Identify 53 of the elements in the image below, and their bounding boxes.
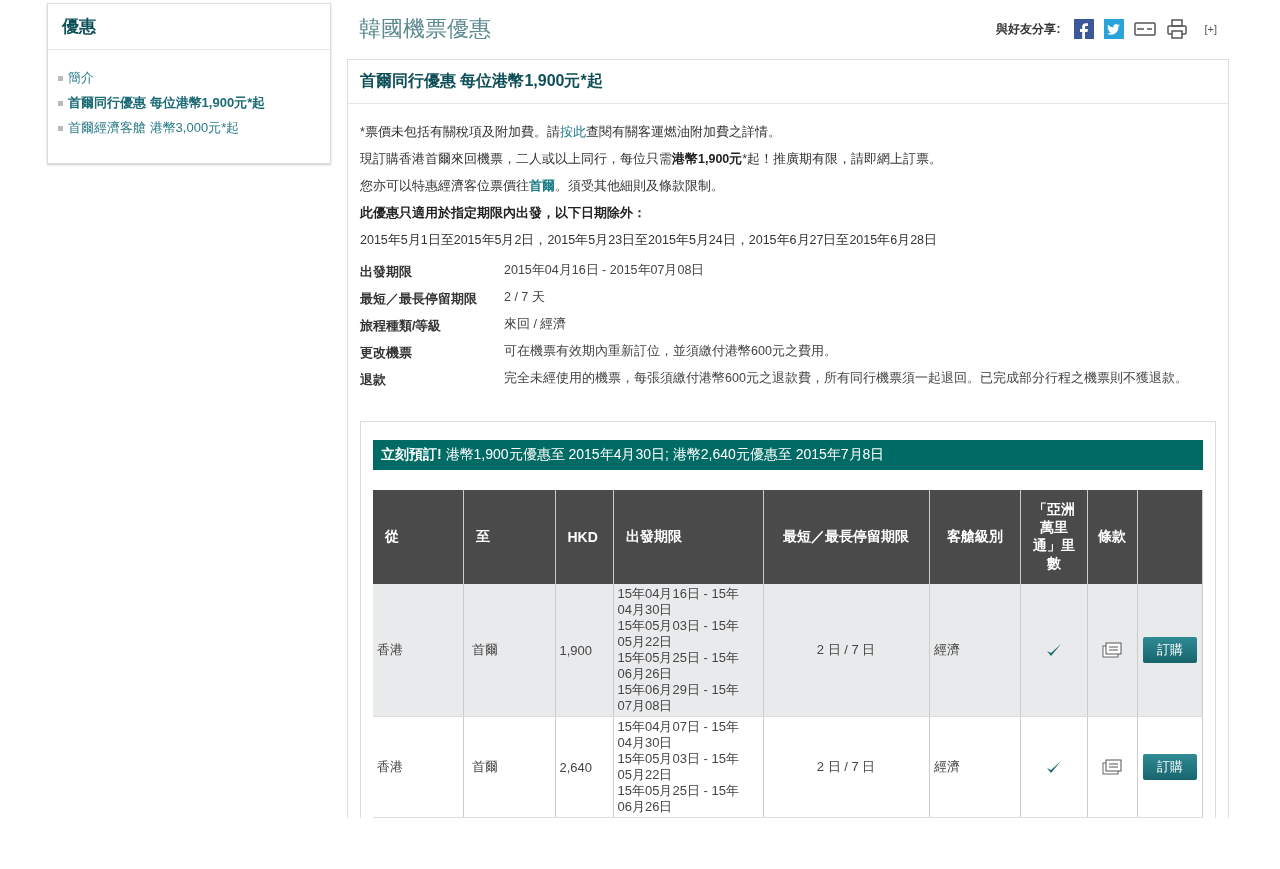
sidebar-title: 優惠 <box>48 4 330 50</box>
terms-icon[interactable] <box>1102 759 1122 776</box>
card-icon[interactable] <box>1134 21 1157 37</box>
column-header: 「亞洲萬里通」里數 <box>1020 490 1087 584</box>
column-header: 條款 <box>1087 490 1137 584</box>
book-button[interactable]: 訂購 <box>1142 637 1197 663</box>
print-icon[interactable] <box>1166 18 1189 40</box>
table-cell: 香港 <box>373 584 463 717</box>
detail-value: 來回 / 經濟 <box>504 318 568 333</box>
detail-value: 可在機票有效期內重新訂位，並須繳付港幣600元之費用。 <box>504 345 838 360</box>
detail-label: 退款 <box>360 372 387 389</box>
terms-icon[interactable] <box>1102 642 1122 659</box>
column-header: HKD <box>555 490 613 584</box>
booking-banner: 立刻預訂! 港幣1,900元優惠至 2015年4月30日; 港幣2,640元優惠至 2015年7月8日 <box>373 440 1203 470</box>
page-title: 韓國機票優惠 <box>359 15 491 43</box>
table-cell: 2 日 / 7 日 <box>763 716 929 818</box>
table-cell: 15年04月07日 - 15年04月30日 15年05月03日 - 15年05月22日 15年05月25日 - 15年06月26日 <box>613 716 763 818</box>
more-share-link[interactable]: [+] <box>1204 23 1217 35</box>
detail-value: 完全未經使用的機票，每張須繳付港幣600元之退款費，所有同行機票須一起退回。已完成部分行程之機票則不獲退款。 <box>504 372 1189 387</box>
table-cell: 經濟 <box>929 584 1020 717</box>
sidebar-item[interactable]: 首爾經濟客艙 港幣3,000元*起 <box>48 116 330 141</box>
facebook-icon[interactable] <box>1074 19 1095 39</box>
column-header: 最短／最長停留期限 <box>763 490 929 584</box>
sidebar-item[interactable]: 簡介 <box>48 66 330 91</box>
detail-label: 出發期限 <box>360 264 413 281</box>
detail-value: 2 / 7 天 <box>504 291 546 306</box>
table-cell: 香港 <box>373 716 463 818</box>
twitter-icon[interactable] <box>1104 19 1125 39</box>
fare-note: *票價未包括有關稅項及附加費。請按此查閱有關客運燃油附加費之詳情。 <box>360 124 782 140</box>
sidebar-item[interactable]: 首爾同行優惠 每位港幣1,900元*起 <box>48 91 330 116</box>
detail-label: 旅程種類/等級 <box>360 318 443 335</box>
detail-label: 更改機票 <box>360 345 413 362</box>
exclusion-heading: 此優惠只適用於指定期限內出發，以下日期除外： <box>360 205 647 221</box>
exclusion-dates: 2015年5月1日至2015年5月2日，2015年5月23日至2015年5月24日，2015年6月27日至2015年6月28日 <box>360 232 939 248</box>
table-cell: 1,900 <box>555 584 613 717</box>
table-cell: 首爾 <box>463 584 555 717</box>
table-cell: 首爾 <box>463 716 555 818</box>
offer-paragraph: 現訂購香港首爾來回機票，二人或以上同行，每位只需港幣1,900元*起！推廣期有限，請即網上訂票。 <box>360 151 944 167</box>
click-here-link[interactable]: 按此 <box>559 125 586 139</box>
table-cell: 2,640 <box>555 716 613 818</box>
offer-title: 首爾同行優惠 每位港幣1,900元*起 <box>348 60 1228 104</box>
detail-label: 最短／最長停留期限 <box>360 291 478 308</box>
table-cell: 2 日 / 7 日 <box>763 584 929 717</box>
book-button[interactable]: 訂購 <box>1142 754 1197 780</box>
table-cell: 經濟 <box>929 716 1020 818</box>
column-header: 從 <box>373 490 463 584</box>
column-header: 出發期限 <box>613 490 763 584</box>
share-label: 與好友分享: <box>996 20 1061 38</box>
offer-paragraph: 您亦可以特惠經濟客位票價往首爾。須受其他細則及條款限制。 <box>360 178 725 194</box>
table-cell: 15年04月16日 - 15年04月30日 15年05月03日 - 15年05月22日 15年05月25日 - 15年06月26日 15年06月29日 - 15年07月08日 <box>613 584 763 717</box>
column-header: 至 <box>463 490 555 584</box>
detail-value: 2015年04月16日 - 2015年07月08日 <box>504 264 706 279</box>
column-header: 客艙級別 <box>929 490 1020 584</box>
